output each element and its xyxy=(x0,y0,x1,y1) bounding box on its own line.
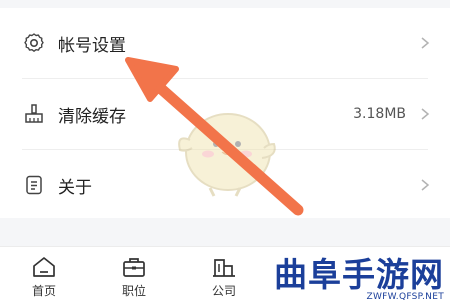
settings-item-label: 清除缓存 xyxy=(58,106,126,127)
tab-label: 首页 xyxy=(31,284,56,298)
site-watermark: 曲阜手游网 ZWFW.QFSP.NET xyxy=(242,246,450,306)
settings-item-label: 关于 xyxy=(58,177,92,198)
tab-home[interactable]: 首页 xyxy=(14,255,74,305)
tab-jobs[interactable]: 职位 xyxy=(104,255,164,305)
tab-label: 职位 xyxy=(121,284,146,298)
broom-icon xyxy=(25,104,43,123)
settings-item-label: 帐号设置 xyxy=(58,35,126,56)
watermark-title: 曲阜手游网 xyxy=(274,255,444,294)
building-icon xyxy=(213,259,235,277)
mascot-watermark xyxy=(178,113,276,197)
chevron-right-icon xyxy=(421,108,430,120)
gear-icon xyxy=(24,33,44,52)
briefcase-icon xyxy=(123,258,145,277)
section-spacer xyxy=(0,218,450,246)
chevron-right-icon xyxy=(421,179,430,191)
document-icon xyxy=(26,175,42,195)
settings-item-account[interactable]: 帐号设置 xyxy=(0,8,450,78)
top-spacer xyxy=(0,0,450,8)
home-icon xyxy=(33,257,55,277)
watermark-url: ZWFW.QFSP.NET xyxy=(366,292,444,302)
cache-size: 3.18MB xyxy=(353,106,406,122)
chevron-right-icon xyxy=(421,37,430,49)
